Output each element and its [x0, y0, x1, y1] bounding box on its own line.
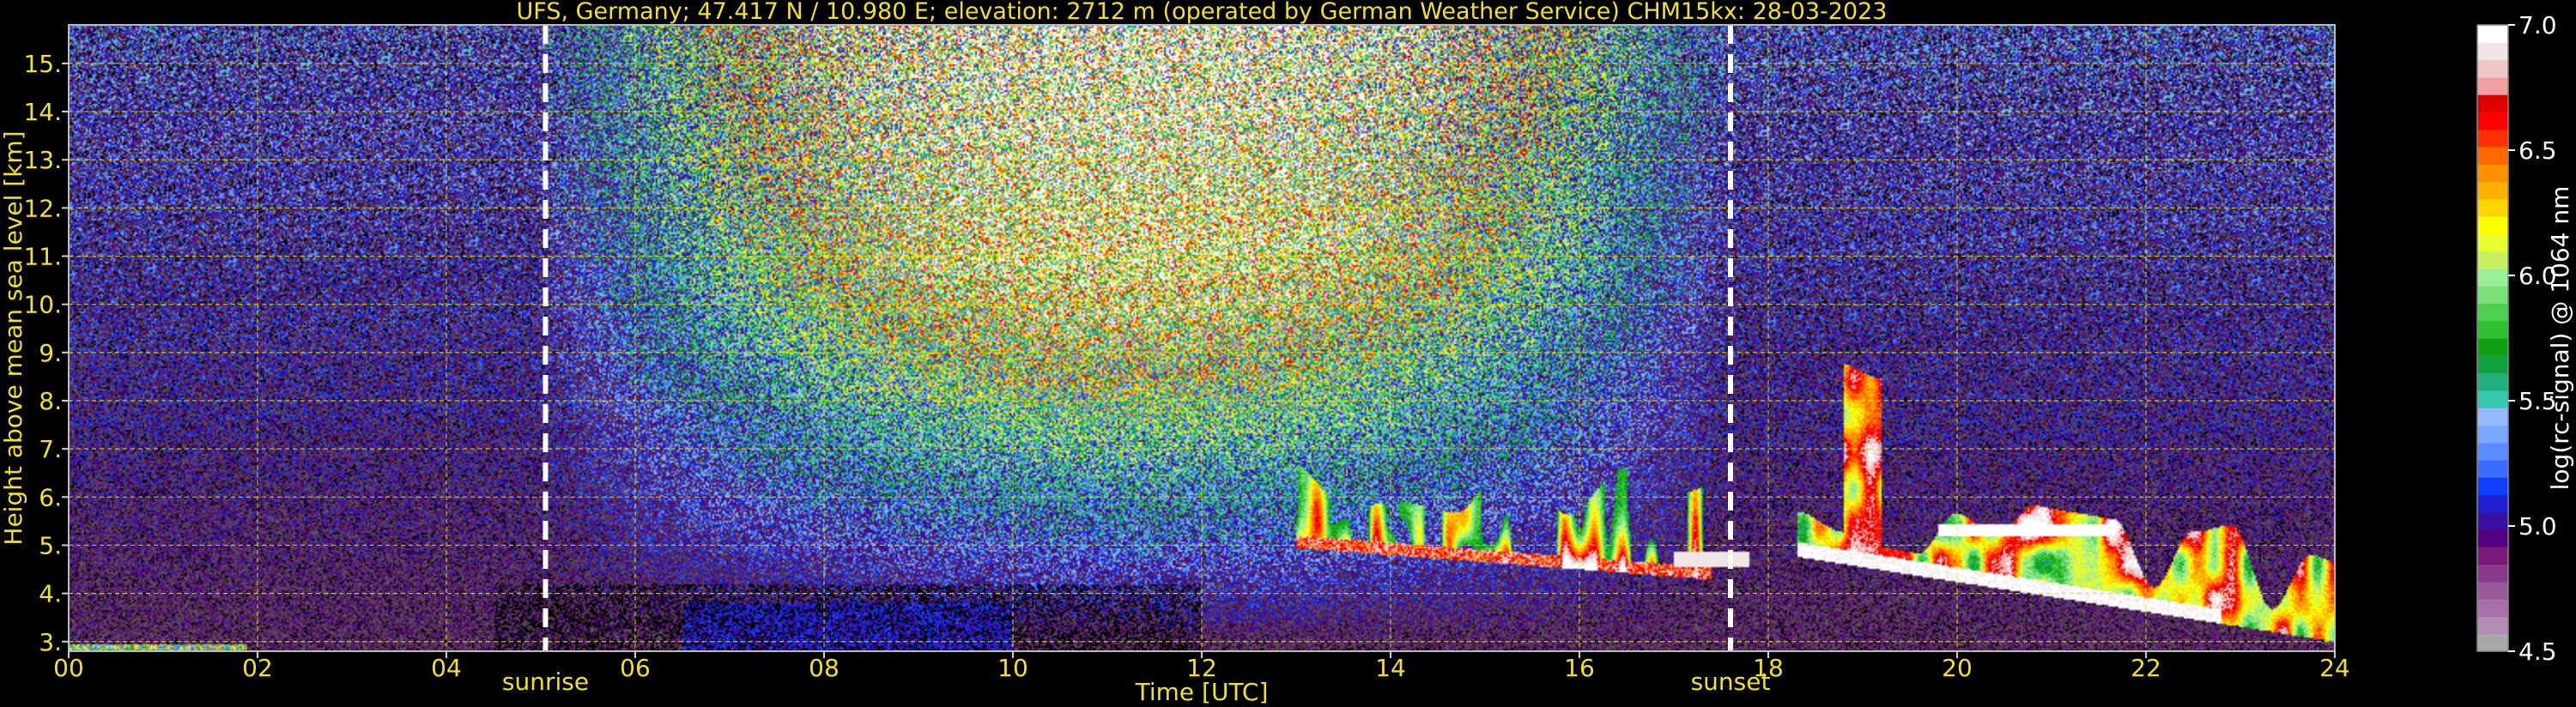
- colorbar-segment: [2477, 633, 2508, 652]
- y-tick-label: 14.: [23, 98, 62, 126]
- colorbar-segment: [2477, 372, 2508, 391]
- x-tick-label: 10: [997, 654, 1028, 682]
- colorbar-segment: [2477, 59, 2508, 78]
- colorbar-segment: [2477, 529, 2508, 547]
- colorbar-segment: [2477, 599, 2508, 618]
- y-tick-label: 13.: [23, 146, 62, 174]
- colorbar-segment: [2477, 390, 2508, 408]
- colorbar-segment: [2477, 581, 2508, 600]
- x-axis-label: Time [UTC]: [1135, 678, 1269, 706]
- y-tick-label: 12.: [23, 194, 62, 222]
- colorbar-segment: [2477, 320, 2508, 339]
- colorbar-segment: [2477, 511, 2508, 530]
- x-tick-label: 18: [1753, 654, 1784, 682]
- colorbar-segment: [2477, 25, 2508, 43]
- colorbar-segment: [2477, 94, 2508, 112]
- sun-markers: sunrise sunset: [502, 25, 1770, 696]
- y-tick-label: 3.: [39, 628, 62, 656]
- x-tick-label: 02: [242, 654, 273, 682]
- x-tick-label: 16: [1564, 654, 1595, 682]
- colorbar-tick-label: 6.5: [2518, 136, 2557, 165]
- colorbar-segment: [2477, 442, 2508, 461]
- colorbar-segment: [2477, 564, 2508, 583]
- colorbar-segment: [2477, 76, 2508, 95]
- colorbar-segment: [2477, 251, 2508, 269]
- colorbar-segment: [2477, 303, 2508, 322]
- ceilometer-chart: sunrise sunset UFS, Germany; 47.417 N / 1…: [0, 0, 2574, 706]
- colorbar-segment: [2477, 198, 2508, 217]
- colorbar-segment: [2477, 112, 2508, 130]
- x-tick-label: 00: [53, 654, 84, 682]
- colorbar-tick-label: 5.0: [2518, 512, 2557, 541]
- x-tick-label: 14: [1375, 654, 1406, 682]
- y-tick-label: 5.: [39, 531, 62, 559]
- x-tick-label: 08: [809, 654, 839, 682]
- x-tick-label: 22: [2131, 654, 2161, 682]
- sunrise-label: sunrise: [502, 668, 589, 696]
- colorbar-segment: [2477, 408, 2508, 426]
- y-tick-label: 6.: [39, 483, 62, 511]
- colorbar-segment: [2477, 616, 2508, 635]
- colorbar-segment: [2477, 459, 2508, 478]
- colorbar-segment: [2477, 42, 2508, 61]
- colorbar-segment: [2477, 146, 2508, 165]
- colorbar-segment: [2477, 233, 2508, 252]
- colorbar-segment: [2477, 355, 2508, 374]
- y-tick-label: 8.: [39, 387, 62, 415]
- colorbar-segment: [2477, 494, 2508, 513]
- colorbar-segment: [2477, 425, 2508, 444]
- y-tick-label: 4.: [39, 580, 62, 608]
- x-tick-label: 20: [1942, 654, 1973, 682]
- colorbar-segment: [2477, 129, 2508, 148]
- y-tick-label: 7.: [39, 435, 62, 463]
- colorbar-segment: [2477, 338, 2508, 356]
- y-axis-ticks: 3. 4. 5. 6. 7. 8. 9. 10. 11. 12. 13. 14. 15.: [23, 50, 69, 656]
- chart-title: UFS, Germany; 47.417 N / 10.980 E; eleva…: [517, 0, 1888, 25]
- colorbar: 4.55.05.56.06.57.0: [2476, 11, 2557, 666]
- grid-lines: [68, 25, 2336, 651]
- colorbar-segment: [2477, 477, 2508, 496]
- colorbar-segment: [2477, 181, 2508, 200]
- colorbar-tick-label: 7.0: [2518, 11, 2557, 39]
- colorbar-segment: [2477, 286, 2508, 305]
- colorbar-segment: [2477, 216, 2508, 234]
- colorbar-tick-label: 4.5: [2518, 638, 2557, 666]
- x-tick-label: 24: [2319, 654, 2350, 682]
- colorbar-segment: [2477, 547, 2508, 565]
- y-axis-label: Height above mean sea level [km]: [0, 130, 27, 545]
- y-tick-label: 10.: [23, 291, 62, 319]
- y-tick-label: 9.: [39, 339, 62, 367]
- colorbar-segment: [2477, 268, 2508, 287]
- y-tick-label: 15.: [23, 50, 62, 78]
- colorbar-label: log(rc-signal) @ 1064 nm: [2546, 186, 2574, 491]
- y-tick-label: 11.: [23, 243, 62, 271]
- x-tick-label: 04: [431, 654, 462, 682]
- colorbar-segment: [2477, 164, 2508, 183]
- x-tick-label: 06: [620, 654, 651, 682]
